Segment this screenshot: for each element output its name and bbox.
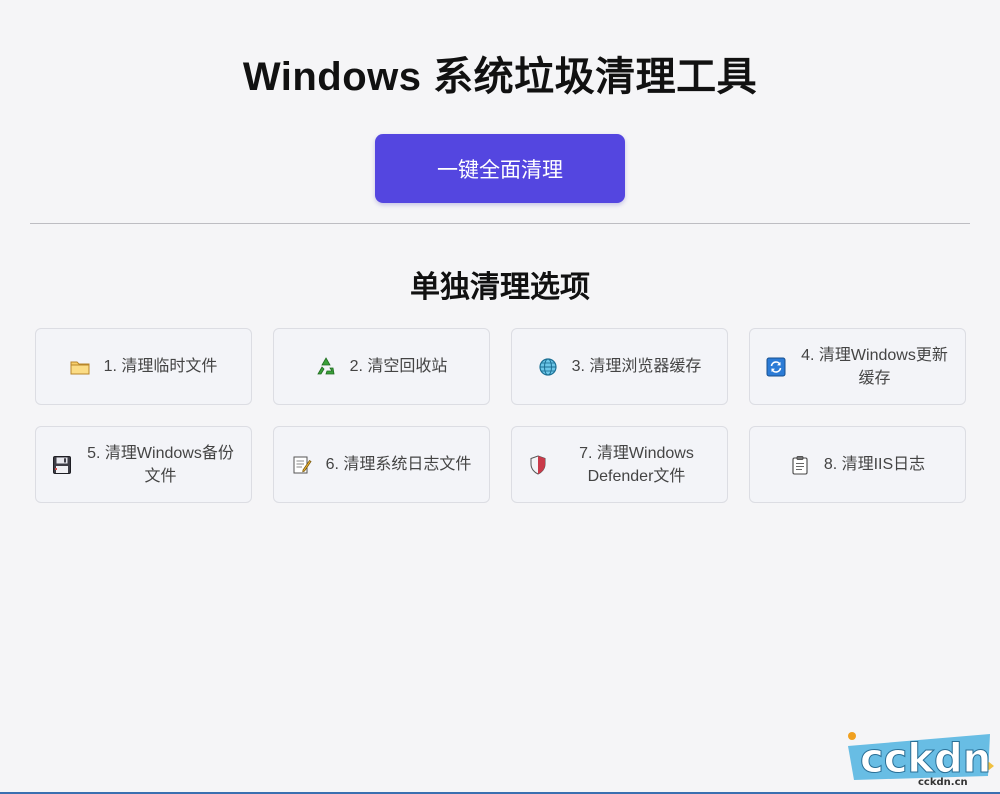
- clean-all-button[interactable]: 一键全面清理: [375, 134, 625, 203]
- option-label: 4. 清理Windows更新缓存: [801, 346, 948, 387]
- floppy-disk-icon: [52, 455, 72, 475]
- option-label: 2. 清空回收站: [349, 358, 448, 375]
- option-clean-browser-cache[interactable]: 3. 清理浏览器缓存: [511, 328, 728, 405]
- shield-icon: [528, 454, 548, 475]
- globe-icon: [538, 357, 558, 377]
- option-clean-windows-defender-files[interactable]: 7. 清理Windows Defender文件: [511, 426, 728, 503]
- option-label: 8. 清理IIS日志: [823, 456, 926, 473]
- option-label: 1. 清理临时文件: [103, 358, 218, 375]
- options-grid: 1. 清理临时文件 2. 清空回收站 3. 清理浏览器缓存 4. 清理Windo…: [35, 328, 966, 503]
- recycle-icon: [316, 356, 336, 377]
- option-label: 7. 清理Windows Defender文件: [579, 444, 694, 485]
- option-empty-recycle-bin[interactable]: 2. 清空回收站: [273, 328, 490, 405]
- watermark-logo: cckdn cckdn.cn: [844, 726, 994, 788]
- page-title: Windows 系统垃圾清理工具: [242, 55, 758, 99]
- option-label: 3. 清理浏览器缓存: [571, 358, 702, 375]
- app-window: Windows 系统垃圾清理工具 一键全面清理 单独清理选项 1. 清理临时文件: [0, 0, 1000, 794]
- watermark-domain: cckdn.cn: [918, 777, 968, 788]
- watermark-logo-text: ckdn: [884, 736, 991, 782]
- refresh-icon: [766, 357, 786, 377]
- option-clean-windows-backup-files[interactable]: 5. 清理Windows备份文件: [35, 426, 252, 503]
- svg-text:cckdn: cckdn: [860, 736, 991, 782]
- clipboard-icon: [790, 455, 810, 475]
- option-label: 5. 清理Windows备份文件: [87, 444, 234, 485]
- option-clean-iis-logs[interactable]: 8. 清理IIS日志: [749, 426, 966, 503]
- option-clean-system-log-files[interactable]: 6. 清理系统日志文件: [273, 426, 490, 503]
- option-clean-windows-update-cache[interactable]: 4. 清理Windows更新缓存: [749, 328, 966, 405]
- memo-icon: [292, 455, 312, 475]
- option-clean-temp-files[interactable]: 1. 清理临时文件: [35, 328, 252, 405]
- section-title: 单独清理选项: [410, 271, 590, 304]
- divider: [30, 223, 970, 224]
- folder-icon: [70, 357, 90, 377]
- option-label: 6. 清理系统日志文件: [325, 456, 472, 473]
